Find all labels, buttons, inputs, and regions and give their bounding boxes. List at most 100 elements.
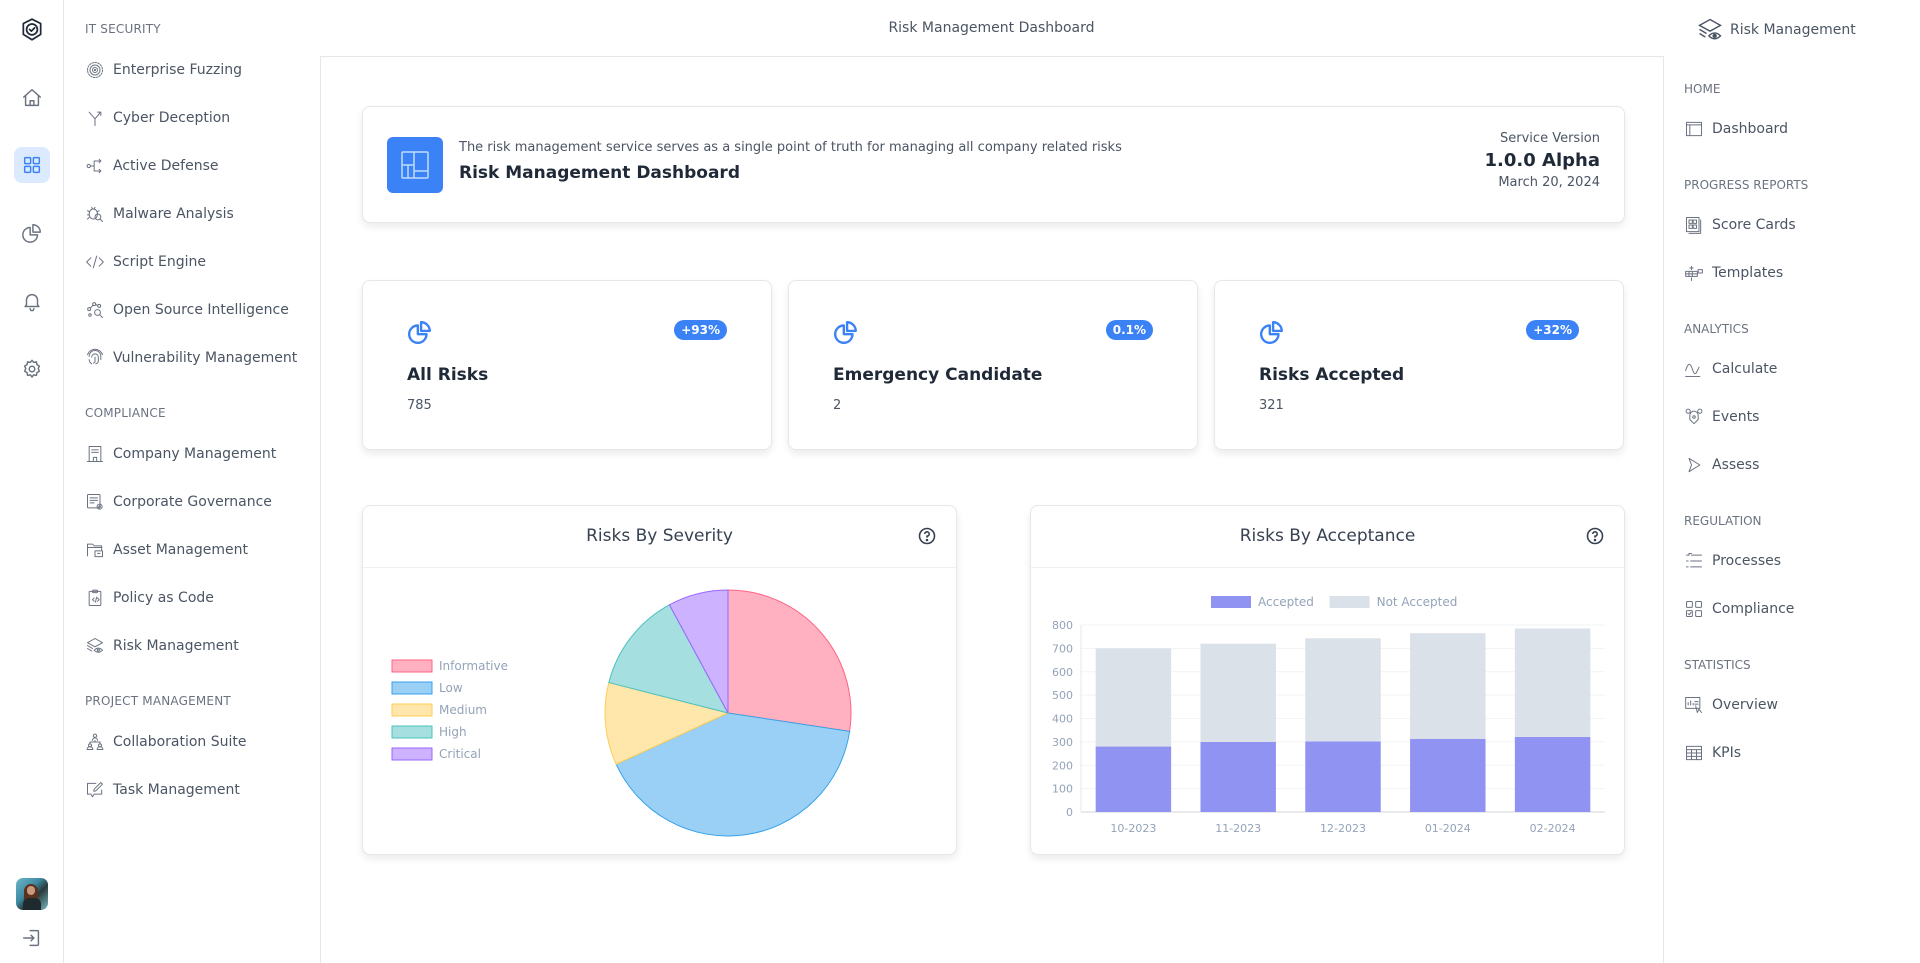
fingerprint-icon — [87, 348, 103, 365]
list-icon — [1686, 553, 1702, 568]
template-icon — [1685, 265, 1703, 281]
chart-header: Risks By Severity — [363, 506, 956, 568]
right-nav-title: Risk Management — [1730, 22, 1856, 38]
stat-badge: +93% — [674, 320, 727, 340]
rnav-item-assess[interactable]: Assess — [1684, 453, 1759, 477]
rnav-item-dashboard[interactable]: Dashboard — [1684, 117, 1788, 141]
stat-value: 2 — [833, 398, 842, 413]
x-tick-label: 10-2023 — [1110, 822, 1156, 835]
acceptance-bar-chart: Accepted Not Accepted 0 100 200 300 400 500 600 7… — [1052, 595, 1605, 835]
rnav-item-compliance[interactable]: Compliance — [1684, 597, 1794, 621]
rnav-section-analytics: ANALYTICS — [1684, 322, 1749, 336]
stat-card-all-risks[interactable]: +93% All Risks 785 — [362, 280, 772, 450]
dashboard-layout-icon — [387, 137, 443, 193]
icon-rail — [0, 0, 64, 963]
nav-item-risk-management[interactable]: Risk Management — [85, 632, 239, 660]
right-nav-header[interactable]: Risk Management — [1696, 16, 1856, 44]
nav-item-label: Script Engine — [113, 254, 207, 270]
nav-item-collaboration-suite[interactable]: Collaboration Suite — [85, 728, 247, 756]
nav-item-enterprise-fuzzing[interactable]: Enterprise Fuzzing — [85, 56, 242, 84]
folder-box-icon — [87, 543, 103, 558]
legend-swatch-informative — [391, 659, 433, 673]
nav-item-label: Risk Management — [113, 638, 239, 654]
pie-chart-icon — [407, 319, 433, 345]
nav-item-company-management[interactable]: Company Management — [85, 440, 276, 468]
rnav-item-events[interactable]: Events — [1684, 405, 1759, 429]
stat-card-risks-accepted[interactable]: +32% Risks Accepted 321 — [1214, 280, 1624, 450]
legend-label-accepted: Accepted — [1258, 595, 1314, 609]
bar-not-accepted-12-2023 — [1305, 638, 1381, 742]
nav-section-it-security: IT SECURITY — [85, 22, 161, 36]
bar-not-accepted-02-2024 — [1514, 628, 1591, 737]
nav-section-compliance: COMPLIANCE — [85, 406, 166, 420]
building-icon — [87, 446, 103, 462]
nav-item-label: Task Management — [113, 782, 240, 798]
rnav-item-overview[interactable]: Overview — [1684, 693, 1778, 717]
service-version: 1.0.0 Alpha — [1484, 150, 1600, 171]
y-tick-label: 300 — [1052, 736, 1073, 749]
chart-title: Risks By Acceptance — [1239, 526, 1416, 546]
nav-item-label: Corporate Governance — [113, 494, 272, 510]
bar-accepted-11-2023 — [1200, 741, 1276, 812]
help-icon[interactable] — [1586, 527, 1604, 545]
stat-title: All Risks — [407, 365, 489, 385]
target-icon — [87, 62, 103, 78]
rnav-item-kpis[interactable]: KPIs — [1684, 741, 1741, 765]
rnav-item-score-cards[interactable]: Score Cards — [1684, 213, 1796, 237]
nav-section-project-management: PROJECT MANAGEMENT — [85, 694, 231, 708]
rnav-item-templates[interactable]: Templates — [1684, 261, 1783, 285]
edit-message-icon — [87, 782, 103, 798]
home-icon[interactable] — [14, 80, 50, 116]
stat-badge: +32% — [1526, 320, 1579, 340]
nav-item-label: Cyber Deception — [113, 110, 231, 126]
gear-icon[interactable] — [14, 351, 50, 387]
help-icon[interactable] — [918, 527, 936, 545]
avatar[interactable] — [16, 878, 48, 910]
bug-search-icon — [87, 206, 103, 222]
legend-label-informative: Informative — [439, 659, 508, 673]
nav-item-open-source-intelligence[interactable]: Open Source Intelligence — [85, 296, 289, 324]
y-tick-label: 400 — [1052, 713, 1073, 726]
stat-value: 785 — [407, 398, 432, 413]
nav-item-active-defense[interactable]: Active Defense — [85, 152, 218, 180]
nav-item-script-engine[interactable]: Script Engine — [85, 248, 206, 276]
nav-item-cyber-deception[interactable]: Cyber Deception — [85, 104, 230, 132]
legend-swatch-not-accepted — [1329, 596, 1370, 608]
branch-icon — [88, 111, 102, 126]
legend-swatch-critical — [391, 747, 433, 761]
rnav-item-processes[interactable]: Processes — [1684, 549, 1781, 573]
nav-item-malware-analysis[interactable]: Malware Analysis — [85, 200, 234, 228]
stat-card-emergency-candidate[interactable]: 0.1% Emergency Candidate 2 — [788, 280, 1198, 450]
y-tick-label: 0 — [1066, 806, 1073, 819]
rnav-item-label: Processes — [1712, 553, 1782, 569]
nav-item-label: Malware Analysis — [113, 206, 234, 222]
clipboard-code-icon — [88, 589, 102, 606]
service-version-block: Service Version 1.0.0 Alpha March 20, 20… — [1485, 131, 1600, 190]
nav-item-vulnerability-management[interactable]: Vulnerability Management — [85, 344, 297, 372]
bar-accepted-01-2024 — [1410, 738, 1486, 812]
dashboard-grid-icon[interactable] — [14, 147, 50, 183]
logout-icon[interactable] — [14, 920, 50, 956]
pie-slice-informative — [727, 589, 852, 732]
legend-swatch-high — [391, 725, 433, 739]
bell-icon[interactable] — [14, 283, 50, 319]
legend-label-low: Low — [439, 681, 463, 695]
layers-eye-icon — [1698, 18, 1722, 40]
rnav-item-label: Dashboard — [1712, 121, 1788, 137]
nav-item-corporate-governance[interactable]: Corporate Governance — [85, 488, 272, 516]
wave-icon — [1685, 363, 1702, 377]
bar-not-accepted-10-2023 — [1095, 648, 1172, 747]
nav-item-task-management[interactable]: Task Management — [85, 776, 240, 804]
avatar-body — [23, 898, 41, 910]
y-tick-label: 200 — [1052, 759, 1073, 772]
chart-window-icon — [1685, 697, 1702, 713]
severity-chart-card: Risks By Severity Informative Low Medium Hi… — [362, 505, 957, 855]
pie-chart-icon[interactable] — [14, 215, 50, 251]
layers-eye-icon — [87, 638, 103, 653]
bar-accepted-12-2023 — [1305, 741, 1381, 812]
nav-item-asset-management[interactable]: Asset Management — [85, 536, 248, 564]
rnav-item-calculate[interactable]: Calculate — [1684, 357, 1777, 381]
checklist-grid-icon — [1686, 601, 1702, 617]
logo-shield-icon[interactable] — [14, 12, 50, 48]
nav-item-policy-as-code[interactable]: Policy as Code — [85, 584, 214, 612]
